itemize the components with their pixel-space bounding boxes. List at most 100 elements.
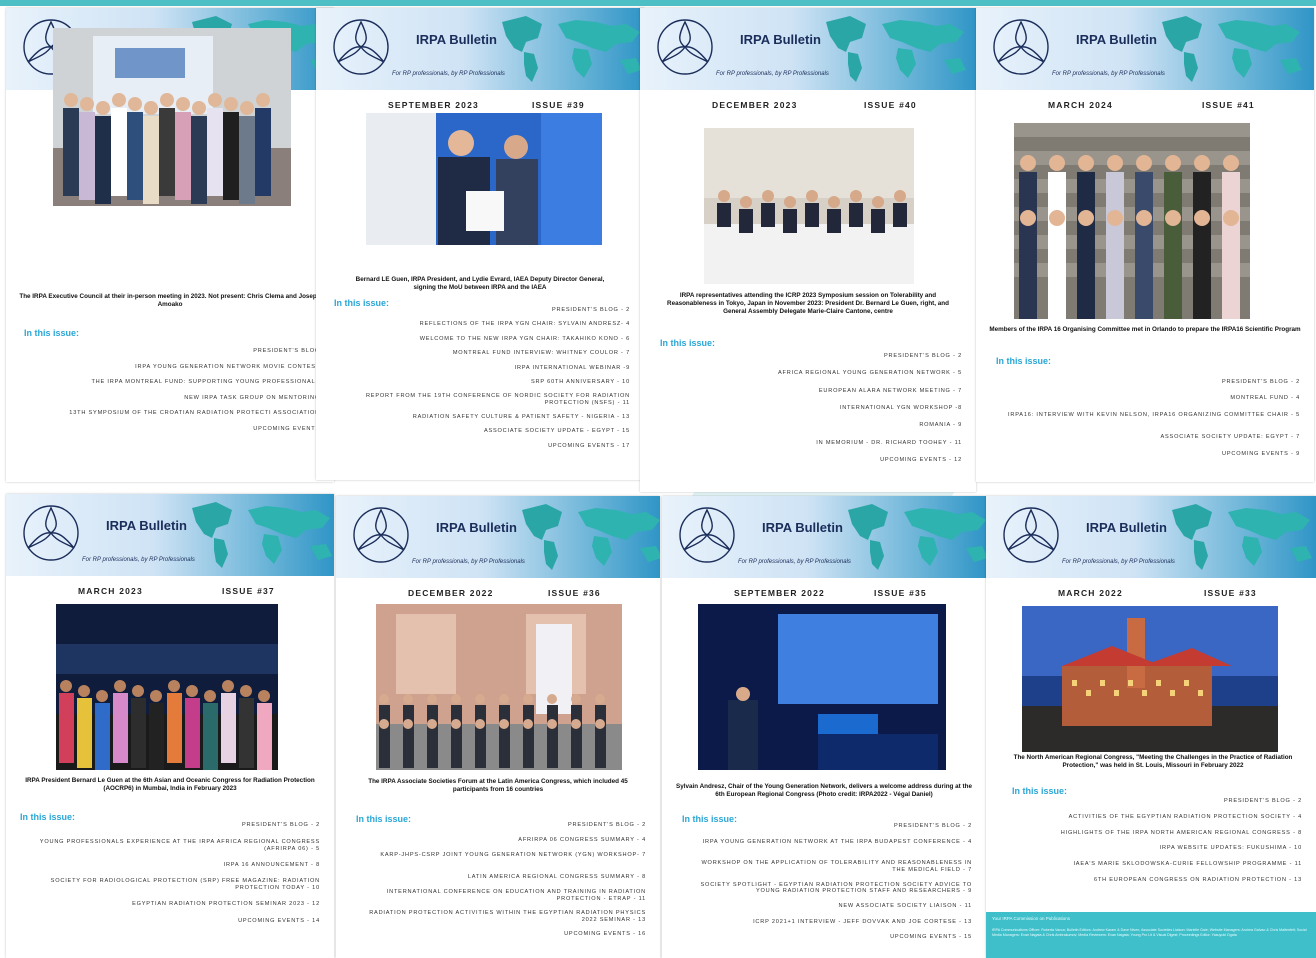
issue-date: DECEMBER 2022	[408, 588, 494, 598]
contents-item[interactable]: IRPA 16 ANNOUNCEMENT - 8	[224, 862, 320, 869]
contents-item[interactable]: MONTREAL FUND INTERVIEW: WHITNEY COULOR …	[453, 350, 630, 357]
contents-item[interactable]: LATIN AMERICA REGIONAL CONGRESS SUMMARY …	[468, 874, 646, 881]
contents-item[interactable]: IRPA INTERNATIONAL WEBINAR -9	[515, 365, 630, 372]
bulletin-cover-8[interactable]: IRPA Bulletin For RP professionals, by R…	[986, 496, 1316, 958]
contents-item[interactable]: UPCOMING EVENTS - 15	[890, 934, 972, 941]
photo-caption: The IRPA Executive Council at their in-p…	[19, 293, 321, 309]
photo-caption: IRPA President Bernard Le Guen at the 6t…	[25, 777, 315, 793]
contents-item[interactable]: REFLECTIONS OF THE IRPA YGN CHAIR: SYLVA…	[420, 321, 630, 328]
issue-number: ISSUE #35	[874, 588, 927, 598]
irpa-logo-icon	[676, 504, 738, 566]
contents-item[interactable]: PRESIDENT'S BLOG - 2	[568, 822, 646, 829]
contents-item[interactable]: UPCOMING EVENTS - 9	[1222, 451, 1300, 458]
contents-item[interactable]: IRPA YOUNG GENERATION NETWORK AT THE IRP…	[688, 839, 972, 846]
irpa-logo-icon	[654, 16, 716, 78]
contents-item[interactable]: RADIATION PROTECTION ACTIVITIES WITHIN T…	[362, 910, 646, 923]
contents-item[interactable]: EGYPTIAN RADIATION PROTECTION SEMINAR 20…	[132, 901, 320, 908]
contents-item[interactable]: ASSOCIATE SOCIETY UPDATE - EGYPT - 15	[484, 428, 630, 435]
bulletin-banner: IRPA Bulletin For RP professionals, by R…	[662, 496, 986, 578]
bulletin-banner: IRPA Bulletin For RP professionals, by R…	[336, 496, 660, 578]
contents-item[interactable]: HIGHLIGHTS OF THE IRPA NORTH AMERICAN RE…	[1061, 830, 1302, 837]
contents-item[interactable]: WELCOME TO THE NEW IRPA YGN CHAIR: TAKAH…	[420, 336, 630, 343]
issue-date: MARCH 2023	[78, 586, 143, 596]
bulletin-cover-6[interactable]: IRPA Bulletin For RP professionals, by R…	[336, 496, 660, 958]
issue-number: ISSUE #37	[222, 586, 275, 596]
contents-item[interactable]: KARP-JHPS-CSRP JOINT YOUNG GENERATION NE…	[362, 852, 646, 859]
world-map-icon	[842, 500, 986, 574]
credits-box: Your IRPA Commission on Publications IRP…	[986, 912, 1316, 958]
contents-item[interactable]: 13TH SYMPOSIUM OF THE CROATIAN RADIATION…	[69, 410, 320, 417]
contents-item[interactable]: ACTIVITIES OF THE EGYPTIAN RADIATION PRO…	[1069, 814, 1302, 821]
contents-item[interactable]: PRESIDENT'S BLOG - 2	[242, 822, 320, 829]
bulletin-cover-1[interactable]: IRPA Bulletin For RP professionals, by R…	[6, 8, 334, 482]
bulletin-subtitle: For RP professionals, by RP Professional…	[738, 559, 851, 565]
contents-item[interactable]: UPCOMING EVENTS - 14	[238, 918, 320, 925]
bulletin-title: IRPA Bulletin	[106, 518, 187, 533]
contents-item[interactable]: SOCIETY SPOTLIGHT - EGYPTIAN RADIATION P…	[688, 882, 972, 895]
contents-item[interactable]: AFRICA REGIONAL YOUNG GENERATION NETWORK…	[778, 370, 962, 377]
contents-item[interactable]: UPCOMING EVENTS - 12	[880, 457, 962, 464]
contents-item[interactable]: IRPA WEBSITE UPDATES: FUKUSHIMA - 10	[1160, 845, 1302, 852]
contents-item[interactable]: PRESIDENT'S BLOG - 2	[884, 353, 962, 360]
contents-item[interactable]: INTERNATIONAL YGN WORKSHOP -8	[840, 405, 962, 412]
cover-photo	[1022, 606, 1278, 752]
bulletin-cover-5[interactable]: IRPA Bulletin For RP professionals, by R…	[6, 494, 334, 958]
contents-item[interactable]: MONTREAL FUND - 4	[1230, 395, 1300, 402]
contents-item[interactable]: NEW IRPA TASK GROUP ON MENTORING	[184, 395, 320, 402]
bulletin-cover-4[interactable]: IRPA Bulletin For RP professionals, by R…	[976, 8, 1314, 482]
cover-photo	[376, 604, 622, 770]
contents-item[interactable]: IRPA YOUNG GENERATION NETWORK MOVIE CONT…	[135, 364, 320, 371]
issue-date: SEPTEMBER 2023	[388, 100, 479, 110]
contents-item[interactable]: PRESIDENT'S BLOG - 2	[1224, 798, 1302, 805]
bulletin-subtitle: For RP professionals, by RP Professional…	[1062, 559, 1175, 565]
contents-item[interactable]: ASSOCIATE SOCIETY UPDATE: EGYPT - 7	[1161, 434, 1301, 441]
bulletin-banner: IRPA Bulletin For RP professionals, by R…	[976, 8, 1314, 90]
photo-caption: Bernard LE Guen, IRPA President, and Lyd…	[355, 276, 605, 292]
photo-caption: Sylvain Andresz, Chair of the Young Gene…	[676, 783, 972, 799]
bulletin-cover-7[interactable]: IRPA Bulletin For RP professionals, by R…	[662, 496, 986, 958]
in-this-issue-heading: In this issue:	[356, 814, 412, 824]
bulletin-title: IRPA Bulletin	[1076, 32, 1157, 47]
bulletin-subtitle: For RP professionals, by RP Professional…	[412, 559, 525, 565]
contents-item[interactable]: UPCOMING EVENTS - 16	[564, 931, 646, 938]
contents-item[interactable]: PRESIDENT'S BLOG - 2	[552, 307, 630, 314]
contents-item[interactable]: REPORT FROM THE 19TH CONFERENCE OF NORDI…	[342, 393, 630, 406]
issue-number: ISSUE #41	[1202, 100, 1255, 110]
contents-item[interactable]: IAEA'S MARIE SKLODOWSKA-CURIE FELLOWSHIP…	[1073, 861, 1302, 868]
contents-item[interactable]: UPCOMING EVENTS - 17	[548, 443, 630, 450]
contents-item[interactable]: SOCIETY FOR RADIOLOGICAL PROTECTION (SRP…	[32, 878, 320, 891]
in-this-issue-heading: In this issue:	[682, 814, 738, 824]
irpa-logo-icon	[330, 16, 392, 78]
world-map-icon	[1166, 500, 1316, 574]
world-map-icon	[516, 500, 660, 574]
contents-item[interactable]: 6TH EUROPEAN CONGRESS ON RADIATION PROTE…	[1094, 877, 1302, 884]
contents-item[interactable]: RADIATION SAFETY CULTURE & PATIENT SAFET…	[413, 414, 630, 421]
contents-item[interactable]: AFRIRPA 06 CONGRESS SUMMARY - 4	[518, 837, 646, 844]
contents-item[interactable]: PRESIDENT'S BLOG - 2	[1222, 379, 1300, 386]
bulletin-cover-2[interactable]: IRPA Bulletin For RP professionals, by R…	[316, 8, 644, 480]
contents-item[interactable]: WORKSHOP ON THE APPLICATION OF TOLERABIL…	[688, 860, 972, 873]
contents-item[interactable]: IRPA16: INTERVIEW WITH KEVIN NELSON, IRP…	[1002, 412, 1300, 419]
bulletin-cover-3[interactable]: IRPA Bulletin For RP professionals, by R…	[640, 8, 976, 492]
credits-title: Your IRPA Commission on Publications	[992, 916, 1071, 921]
issue-date: DECEMBER 2023	[712, 100, 798, 110]
bulletin-title: IRPA Bulletin	[436, 520, 517, 535]
issue-number: ISSUE #33	[1204, 588, 1257, 598]
bulletin-banner: IRPA Bulletin For RP professionals, by R…	[6, 494, 334, 576]
contents-item[interactable]: UPCOMING EVENTS	[253, 426, 320, 433]
contents-item[interactable]: ROMANIA - 9	[919, 422, 962, 429]
contents-item[interactable]: PRESIDENT'S BLOG - 2	[894, 823, 972, 830]
contents-item[interactable]: NEW ASSOCIATE SOCIETY LIAISON - 11	[838, 903, 972, 910]
contents-item[interactable]: INTERNATIONAL CONFERENCE ON EDUCATION AN…	[362, 889, 646, 902]
contents-item[interactable]: PRESIDENT'S BLOG	[253, 348, 320, 355]
contents-item[interactable]: IN MEMORIUM - DR. RICHARD TOOHEY - 11	[816, 440, 962, 447]
bulletin-banner: IRPA Bulletin For RP professionals, by R…	[986, 496, 1316, 578]
irpa-logo-icon	[990, 16, 1052, 78]
photo-caption: The IRPA Associate Societies Forum at th…	[368, 778, 628, 794]
contents-item[interactable]: EUROPEAN ALARA NETWORK MEETING - 7	[819, 388, 962, 395]
contents-item[interactable]: THE IRPA MONTREAL FUND: SUPPORTING YOUNG…	[91, 379, 320, 386]
bulletin-subtitle: For RP professionals, by RP Professional…	[392, 71, 505, 77]
contents-item[interactable]: ICRP 2021+1 INTERVIEW - JEFF DOVVAK AND …	[753, 919, 972, 926]
contents-item[interactable]: YOUNG PROFESSIONALS EXPERIENCE AT THE IR…	[32, 839, 320, 852]
contents-item[interactable]: SRP 60TH ANNIVERSARY - 10	[531, 379, 630, 386]
